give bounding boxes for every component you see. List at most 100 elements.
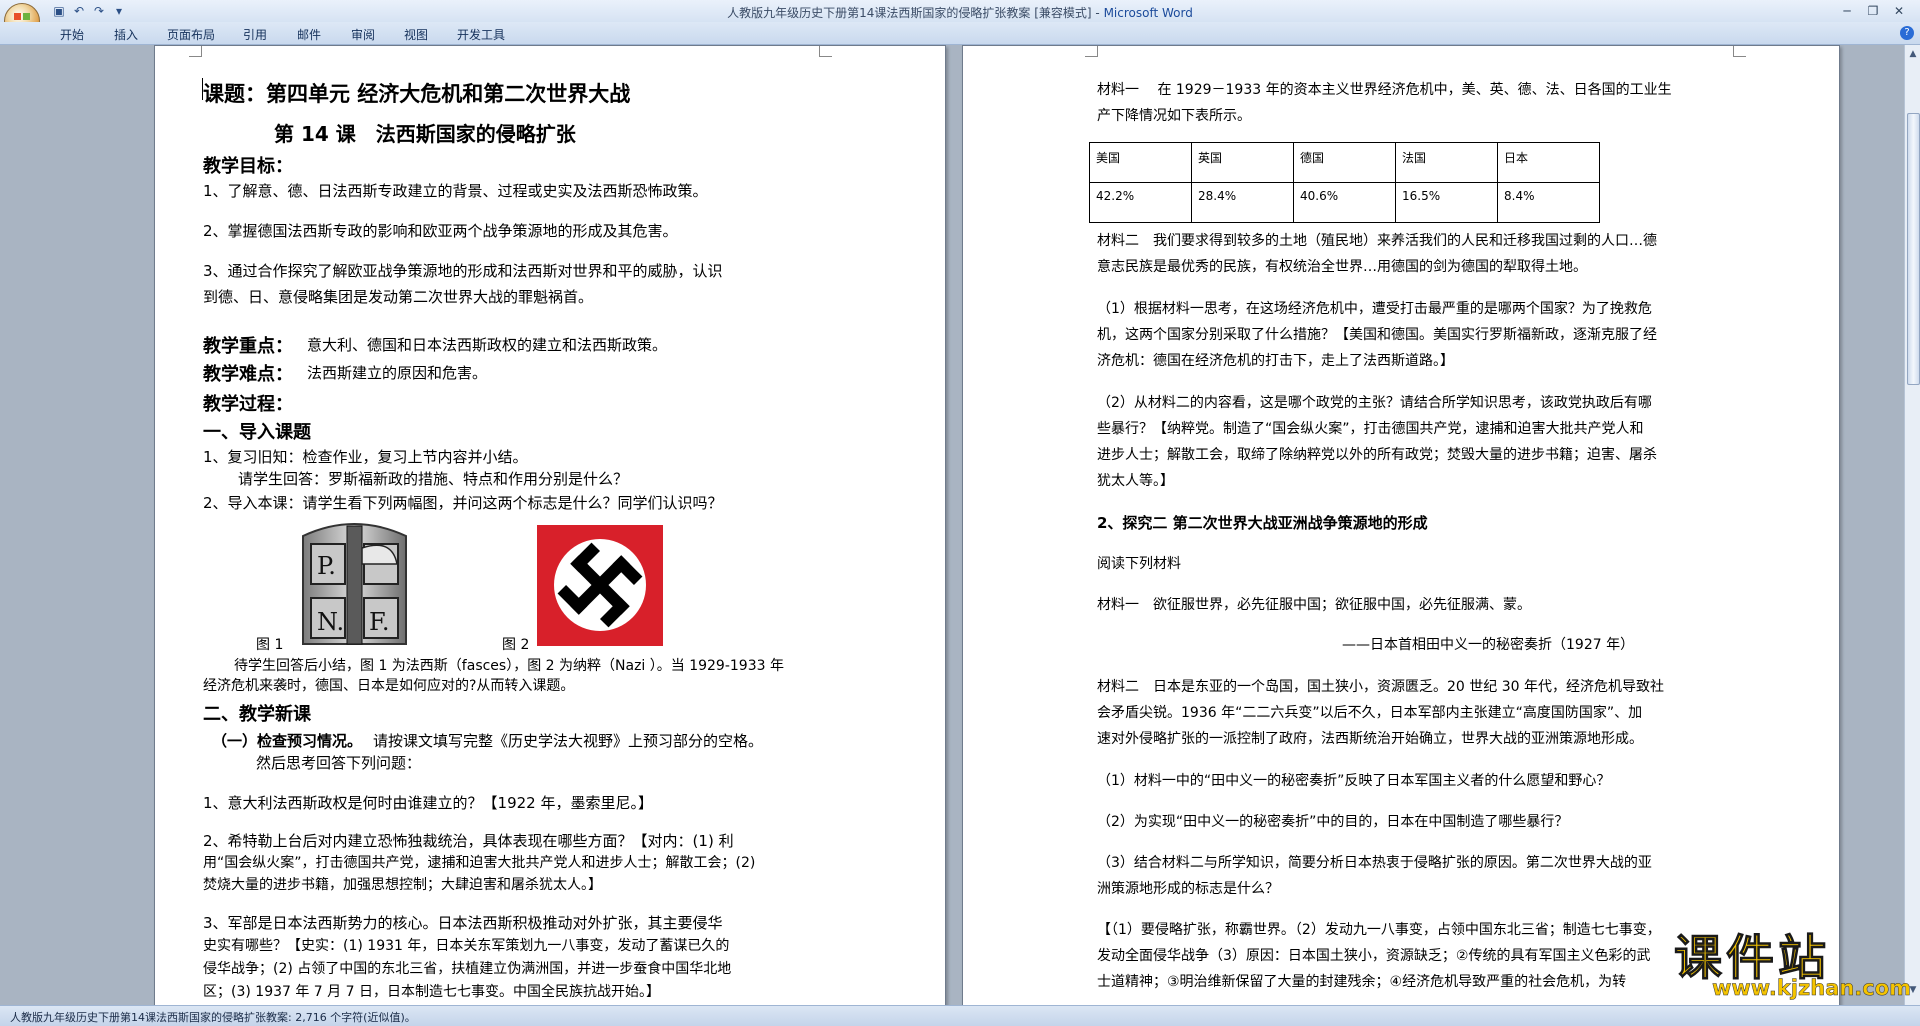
- table-cell: 美国: [1089, 142, 1192, 183]
- tab-insert[interactable]: 插入: [114, 26, 138, 43]
- tab-developer[interactable]: 开发工具: [457, 26, 505, 43]
- paragraph: 2、希特勒上台后对内建立恐怖独裁统治，具体表现在哪些方面？【对内：(1) 利: [203, 832, 734, 850]
- table-cell: 8.4%: [1497, 182, 1600, 223]
- paragraph: 经济危机来袭时，德国、日本是如何应对的?从而转入课题。: [203, 678, 575, 694]
- section-heading: 2、探究二 第二次世界大战亚洲战争策源地的形成: [1097, 514, 1428, 532]
- lesson-title: 课题：第四单元 经济大危机和第二次世界大战: [203, 82, 631, 106]
- title-bar: ▣ ↶ ↷ ▾ 人教版九年级历史下册第14课法西斯国家的侵略扩张教案 [兼容模式…: [0, 0, 1920, 22]
- paragraph: 请按课文填写完整《历史学法大视野》上预习部分的空格。: [373, 732, 764, 750]
- lesson-subtitle: 第 14 课 法西斯国家的侵略扩张: [274, 122, 576, 146]
- paragraph: （1）材料一中的“田中义一的秘密奏折”反映了日本军国主义者的什么愿望和野心？: [1097, 773, 1611, 789]
- scrollbar-thumb[interactable]: [1907, 113, 1920, 385]
- emblem-letter: P.: [317, 552, 336, 580]
- table-cell: 英国: [1191, 142, 1294, 183]
- tab-page-layout[interactable]: 页面布局: [167, 26, 215, 43]
- paragraph: 区；(3) 1937 年 7 月 7 日，日本制造七七事变。中国全民族抗战开始。…: [203, 984, 660, 1000]
- paragraph: 法西斯建立的原因和危害。: [307, 364, 488, 382]
- window-controls: ─ ❐ ✕: [1834, 2, 1912, 20]
- table-cell: 德国: [1293, 142, 1396, 183]
- paragraph: 2、掌握德国法西斯专政的影响和欧亚两个战争策源地的形成及其危害。: [203, 222, 678, 240]
- paragraph: 2、导入本课：请学生看下列两幅图，并问这两个标志是什么？同学们认识吗？: [203, 494, 723, 512]
- tab-mailings[interactable]: 邮件: [297, 26, 321, 43]
- watermark-url: www.kjzhan.com: [1712, 976, 1912, 1001]
- paragraph: 机，这两个国家分别采取了什么措施？【美国和德国。美国实行罗斯福新政，逐渐克服了经: [1097, 327, 1657, 343]
- swastika-flag-image: [537, 525, 663, 646]
- maximize-icon[interactable]: ❐: [1860, 2, 1886, 20]
- paragraph: 侵华战争；(2) 占领了中国的东北三省，扶植建立伪满洲国，并进一步蚕食中国华北地: [203, 961, 732, 977]
- watermark-logo: 课件站 www.kjzhan.com: [1668, 918, 1918, 1008]
- figure-caption: 图 1: [256, 637, 284, 653]
- tab-view[interactable]: 视图: [404, 26, 428, 43]
- table-cell: 16.5%: [1395, 182, 1498, 223]
- table-row: 美国 英国 德国 法国 日本: [1089, 142, 1600, 183]
- table-row: 42.2% 28.4% 40.6% 16.5% 8.4%: [1089, 182, 1600, 223]
- table-cell: 法国: [1395, 142, 1498, 183]
- fasces-emblem-image: P. N. F.: [302, 523, 407, 645]
- margin-mark: [1733, 46, 1746, 57]
- paragraph: （2）从材料二的内容看，这是哪个政党的主张？请结合所学知识思考，该政党执政后有哪: [1097, 395, 1652, 411]
- paragraph: 意大利、德国和日本法西斯政权的建立和法西斯政策。: [307, 336, 668, 354]
- paragraph: 材料一 欲征服世界，必先征服中国；欲征服中国，必先征服满、蒙。: [1097, 597, 1531, 613]
- heading-difficulties: 教学难点：: [203, 364, 293, 385]
- ribbon-tab-bar: 开始 插入 页面布局 引用 邮件 审阅 视图 开发工具 ?: [0, 22, 1920, 45]
- heading-process: 教学过程：: [203, 394, 293, 415]
- section-heading: 二、教学新课: [203, 704, 311, 725]
- status-text: 人教版九年级历史下册第14课法西斯国家的侵略扩张教案: 2,716 个字符(近似…: [10, 1011, 416, 1024]
- paragraph: （2）为实现“田中义一的秘密奏折”中的目的，日本在中国制造了哪些暴行？: [1097, 814, 1569, 830]
- paragraph: 会矛盾尖锐。1936 年“二二六兵变”以后不久，日本军部内主张建立“高度国防国家…: [1097, 705, 1643, 721]
- tab-review[interactable]: 审阅: [351, 26, 375, 43]
- help-icon[interactable]: ?: [1900, 26, 1914, 40]
- emblem-letter: F.: [369, 608, 390, 636]
- heading-key-points: 教学重点：: [203, 336, 293, 357]
- paragraph: 到德、日、意侵略集团是发动第二次世界大战的罪魁祸首。: [203, 288, 594, 306]
- paragraph: 速对外侵略扩张的一派控制了政府，法西斯统治开始确立，世界大战的亚洲策源地形成。: [1097, 731, 1643, 747]
- paragraph: （3）结合材料二与所学知识，简要分析日本热衷于侵略扩张的原因。第二次世界大战的亚: [1097, 855, 1652, 871]
- table-cell: 40.6%: [1293, 182, 1396, 223]
- tab-home[interactable]: 开始: [60, 26, 84, 43]
- heading-objectives: 教学目标：: [203, 156, 293, 177]
- paragraph: 洲策源地形成的标志是什么？: [1097, 881, 1279, 897]
- paragraph: 材料二 我们要求得到较多的土地（殖民地）来养活我们的人民和迁移我国过剩的人口…德: [1097, 233, 1657, 249]
- paragraph: 1、意大利法西斯政权是何时由谁建立的？【1922 年，墨索里尼。】: [203, 794, 653, 812]
- figure-caption: 图 2: [502, 637, 530, 653]
- paragraph: 【（1）要侵略扩张，称霸世界。（2）发动九一八事变，占领中国东北三省；制造七七事…: [1097, 922, 1661, 938]
- paragraph: 用“国会纵火案”，打击德国共产党，逮捕和迫害大批共产党人和进步人士；解散工会；(…: [203, 855, 756, 871]
- paragraph: 意志民族是最优秀的民族，有权统治全世界…用德国的剑为德国的犁取得土地。: [1097, 259, 1587, 275]
- paragraph: 进步人士；解散工会，取缔了除纳粹党以外的所有政党；焚毁大量的进步书籍；迫害、屠杀: [1097, 447, 1657, 463]
- paragraph: 些暴行？【纳粹党。制造了“国会纵火案”，打击德国共产党，逮捕和迫害大批共产党人和: [1097, 421, 1644, 437]
- tab-references[interactable]: 引用: [243, 26, 267, 43]
- paragraph: 材料二 日本是东亚的一个岛国，国土狭小，资源匮乏。20 世纪 30 年代，经济危…: [1097, 679, 1664, 695]
- close-icon[interactable]: ✕: [1886, 2, 1912, 20]
- paragraph: ——日本首相田中义一的秘密奏折（1927 年）: [1342, 637, 1635, 653]
- paragraph: 3、军部是日本法西斯势力的核心。日本法西斯积极推动对外扩张，其主要侵华: [203, 914, 723, 932]
- industrial-decline-table: 美国 英国 德国 法国 日本 42.2% 28.4% 40.6% 16.5% 8…: [1089, 142, 1600, 223]
- paragraph: 请学生回答：罗斯福新政的措施、特点和作用分别是什么？: [238, 470, 629, 488]
- vertical-scrollbar[interactable]: ▲ ▼: [1904, 45, 1920, 1005]
- paragraph: 史实有哪些？【史实：(1) 1931 年，日本关东军策划九一八事变，发动了蓄谋已…: [203, 938, 730, 954]
- scroll-up-icon[interactable]: ▲: [1908, 49, 1918, 59]
- paragraph: （1）根据材料一思考，在这场经济危机中，遭受打击最严重的是哪两个国家？为了挽救危: [1097, 301, 1652, 317]
- paragraph: 待学生回答后小结，图 1 为法西斯（fasces），图 2 为纳粹（Nazi ）…: [234, 658, 784, 674]
- table-cell: 日本: [1497, 142, 1600, 183]
- paragraph: 发动全面侵华战争（3）原因：日本国土狭小，资源缺乏；②传统的具有军国主义色彩的武: [1097, 948, 1651, 964]
- document-title: 人教版九年级历史下册第14课法西斯国家的侵略扩张教案 [兼容模式] -: [727, 6, 1104, 20]
- table-cell: 42.2%: [1089, 182, 1192, 223]
- paragraph: 材料一 在 1929－1933 年的资本主义世界经济危机中，美、英、德、法、日各…: [1097, 82, 1672, 98]
- paragraph: 士道精神；③明治维新保留了大量的封建残余；④经济危机导致严重的社会危机，为转: [1097, 974, 1627, 990]
- paragraph: 焚烧大量的进步书籍，加强思想控制；大肆迫害和屠杀犹太人。】: [203, 877, 602, 893]
- section-heading: 一、导入课题: [203, 422, 311, 443]
- paragraph: 1、复习旧知：检查作业，复习上节内容并小结。: [203, 448, 528, 466]
- paragraph: 产下降情况如下表所示。: [1097, 108, 1251, 124]
- paragraph: 阅读下列材料: [1097, 556, 1181, 572]
- margin-mark: [1085, 46, 1098, 57]
- paragraph: 然后思考回答下列问题：: [256, 754, 422, 772]
- window-title: 人教版九年级历史下册第14课法西斯国家的侵略扩张教案 [兼容模式] - Micr…: [0, 4, 1920, 21]
- minimize-icon[interactable]: ─: [1834, 2, 1860, 20]
- paragraph: 3、通过合作探究了解欧亚战争策源地的形成和法西斯对世界和平的威胁，认识: [203, 262, 723, 280]
- paragraph: 济危机：德国在经济危机的打击下，走上了法西斯道路。】: [1097, 353, 1454, 369]
- margin-mark: [819, 46, 832, 57]
- app-name: Microsoft Word: [1103, 6, 1193, 20]
- paragraph: 1、了解意、德、日法西斯专政建立的背景、过程或史实及法西斯恐怖政策。: [203, 182, 708, 200]
- status-bar: 人教版九年级历史下册第14课法西斯国家的侵略扩张教案: 2,716 个字符(近似…: [0, 1005, 1920, 1026]
- subsection-heading: （一）检查预习情况。: [212, 732, 363, 750]
